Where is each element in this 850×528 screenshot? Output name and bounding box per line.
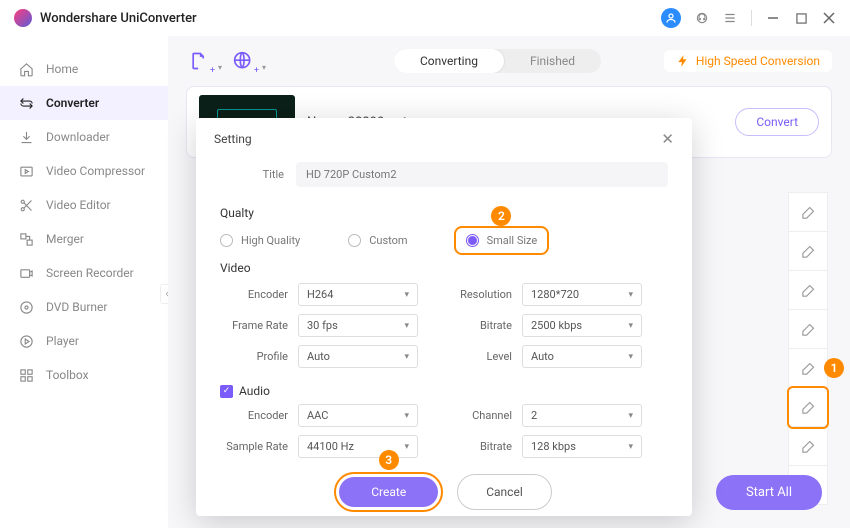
level-select[interactable]: Auto▾ <box>522 345 642 368</box>
video-encoder-select[interactable]: H264▾ <box>298 283 418 306</box>
tab-finished[interactable]: Finished <box>504 49 601 73</box>
sidebar-item-recorder[interactable]: Screen Recorder <box>0 256 168 290</box>
disc-icon <box>18 299 34 315</box>
merger-icon <box>18 231 34 247</box>
sidebar-item-label: Home <box>46 62 78 76</box>
titlebar: Wondershare UniConverter <box>0 0 850 36</box>
maximize-button[interactable] <box>794 11 808 25</box>
converter-icon <box>18 95 34 111</box>
sidebar-item-label: DVD Burner <box>46 300 107 314</box>
sidebar-item-merger[interactable]: Merger <box>0 222 168 256</box>
add-file-button[interactable]: +▾ <box>186 48 212 74</box>
audio-bitrate-select[interactable]: 128 kbps▾ <box>522 435 642 458</box>
edit-column <box>788 192 828 505</box>
title-label: Title <box>220 168 296 181</box>
edit-settings-button[interactable] <box>789 193 827 232</box>
home-icon <box>18 61 34 77</box>
callout-badge-1: 1 <box>824 358 844 378</box>
audio-encoder-select[interactable]: AAC▾ <box>298 404 418 427</box>
minimize-button[interactable] <box>766 11 780 25</box>
support-icon[interactable] <box>695 11 709 25</box>
sidebar-item-label: Converter <box>46 96 99 110</box>
sidebar-item-downloader[interactable]: Downloader <box>0 120 168 154</box>
download-icon <box>18 129 34 145</box>
grid-icon <box>18 367 34 383</box>
sidebar-item-dvd[interactable]: DVD Burner <box>0 290 168 324</box>
callout-badge-3: 3 <box>379 450 399 470</box>
app-title: Wondershare UniConverter <box>40 11 197 26</box>
sidebar-item-home[interactable]: Home <box>0 52 168 86</box>
close-button[interactable] <box>822 11 836 25</box>
video-heading: Video <box>220 261 692 275</box>
settings-modal: Setting ✕ Title Qualty High Quality Cust… <box>196 118 692 516</box>
sidebar-item-label: Screen Recorder <box>46 266 134 280</box>
sidebar-item-label: Downloader <box>46 130 110 144</box>
sidebar-item-compressor[interactable]: Video Compressor <box>0 154 168 188</box>
callout-badge-2: 2 <box>491 206 511 226</box>
app-logo <box>14 9 32 27</box>
channel-select[interactable]: 2▾ <box>522 404 642 427</box>
bolt-icon <box>676 54 690 68</box>
edit-settings-button-active[interactable] <box>789 388 827 427</box>
resolution-select[interactable]: 1280*720▾ <box>522 283 642 306</box>
cancel-button[interactable]: Cancel <box>457 474 552 510</box>
framerate-select[interactable]: 30 fps▾ <box>298 314 418 337</box>
menu-icon[interactable] <box>723 11 737 25</box>
scissors-icon <box>18 197 34 213</box>
profile-select[interactable]: Auto▾ <box>298 345 418 368</box>
sidebar-item-editor[interactable]: Video Editor <box>0 188 168 222</box>
quality-heading: Qualty <box>220 206 692 220</box>
radio-custom[interactable]: Custom <box>348 228 407 253</box>
sidebar-item-converter[interactable]: Converter <box>0 86 168 120</box>
sidebar-item-player[interactable]: Player <box>0 324 168 358</box>
add-url-button[interactable]: +▾ <box>230 48 256 74</box>
tab-segment: Converting Finished <box>394 49 601 73</box>
sidebar-item-label: Merger <box>46 232 84 246</box>
tab-converting[interactable]: Converting <box>394 49 504 73</box>
title-input[interactable] <box>296 162 668 187</box>
edit-settings-button[interactable] <box>789 427 827 466</box>
account-icon[interactable] <box>661 8 681 28</box>
edit-settings-button[interactable] <box>789 271 827 310</box>
edit-settings-button[interactable] <box>789 349 827 388</box>
samplerate-select[interactable]: 44100 Hz▾ <box>298 435 418 458</box>
sidebar-item-label: Toolbox <box>46 368 89 382</box>
sidebar-item-label: Video Editor <box>46 198 111 212</box>
play-icon <box>18 333 34 349</box>
edit-settings-button[interactable] <box>789 232 827 271</box>
sidebar-item-toolbox[interactable]: Toolbox <box>0 358 168 392</box>
sidebar-item-label: Video Compressor <box>46 164 145 178</box>
high-speed-toggle[interactable]: High Speed Conversion <box>664 50 832 72</box>
modal-title: Setting <box>214 132 252 146</box>
sidebar-item-label: Player <box>46 334 79 348</box>
radio-high-quality[interactable]: High Quality <box>220 228 300 253</box>
video-bitrate-select[interactable]: 2500 kbps▾ <box>522 314 642 337</box>
compressor-icon <box>18 163 34 179</box>
modal-close-button[interactable]: ✕ <box>661 130 674 148</box>
convert-button[interactable]: Convert <box>735 108 819 136</box>
edit-settings-button[interactable] <box>789 310 827 349</box>
recorder-icon <box>18 265 34 281</box>
audio-checkbox[interactable]: ✓ <box>220 385 233 398</box>
audio-heading: Audio <box>239 384 270 398</box>
create-button[interactable]: Create <box>339 477 438 507</box>
start-all-button[interactable]: Start All <box>716 475 822 510</box>
radio-small-size[interactable]: Small Size <box>466 234 538 247</box>
sidebar: Home Converter Downloader Video Compress… <box>0 36 168 528</box>
